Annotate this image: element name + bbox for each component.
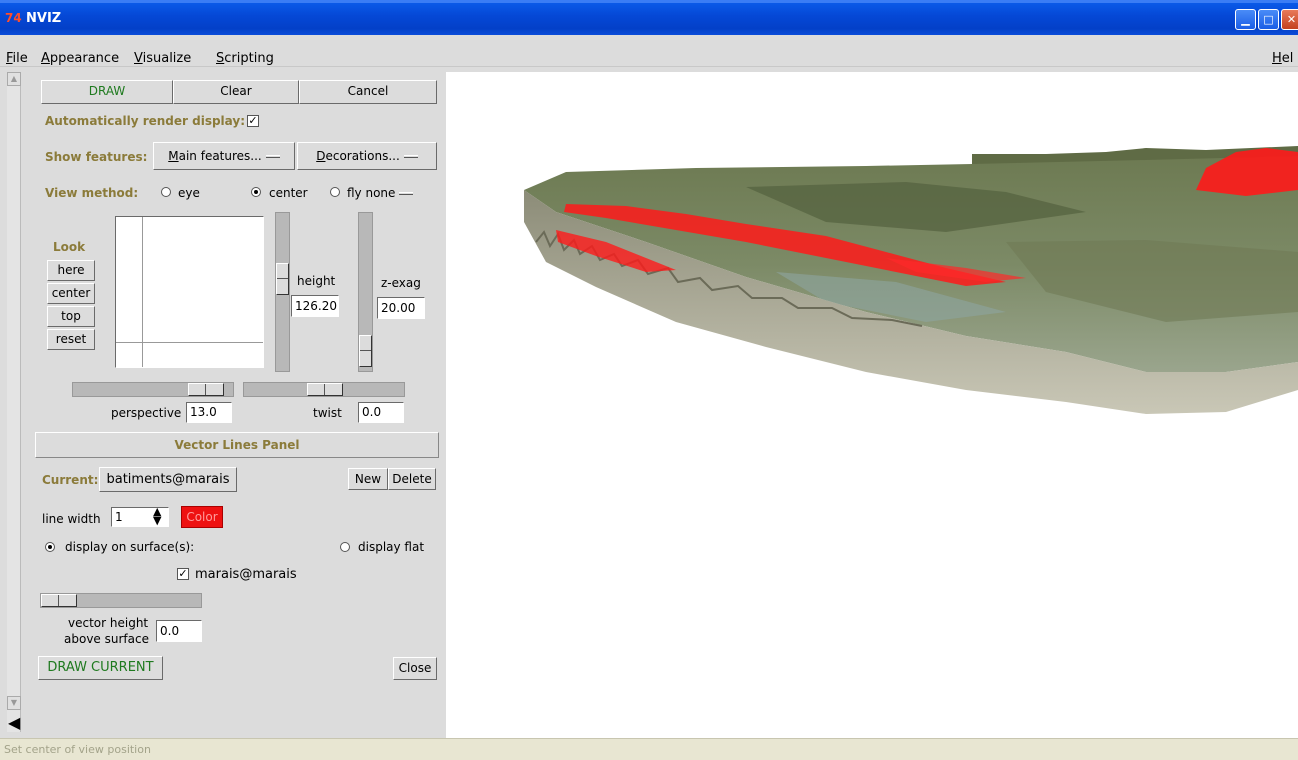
perspective-input[interactable]: 13.0 xyxy=(186,402,232,423)
render-canvas[interactable] xyxy=(446,72,1298,738)
look-title: Look xyxy=(53,240,86,254)
menu-file[interactable]: File xyxy=(6,51,28,66)
vector-panel-title: Vector Lines Panel xyxy=(174,438,300,452)
minimize-button[interactable]: ▁ xyxy=(1235,9,1256,30)
dropdown-indicator-icon xyxy=(403,155,418,158)
close-panel-button[interactable]: Close xyxy=(393,657,437,680)
view-center-label: center xyxy=(269,186,308,200)
maximize-button[interactable]: □ xyxy=(1258,9,1279,30)
look-reset-button[interactable]: reset xyxy=(47,329,95,350)
vector-height-label-2: above surface xyxy=(64,632,149,646)
view-fly-radio[interactable] xyxy=(330,187,340,197)
clear-button[interactable]: Clear xyxy=(173,80,299,104)
auto-render-checkbox[interactable]: ✓ xyxy=(247,115,259,127)
scroll-left-icon[interactable]: ◀ xyxy=(8,714,20,732)
menu-appearance[interactable]: Appearance xyxy=(41,51,119,66)
height-label: height xyxy=(297,274,336,288)
view-eye-radio[interactable] xyxy=(161,187,171,197)
close-icon: ✕ xyxy=(1286,13,1297,26)
cancel-button[interactable]: Cancel xyxy=(299,80,437,104)
menu-visualize[interactable]: Visualize xyxy=(134,51,191,66)
twist-slider[interactable] xyxy=(243,382,405,397)
delete-button[interactable]: Delete xyxy=(388,468,436,490)
view-eye-label: eye xyxy=(178,186,200,200)
decorations-menubutton[interactable]: Decorations... xyxy=(297,142,437,170)
view-fly-label[interactable]: fly none xyxy=(347,186,414,200)
view-position-canvas[interactable] xyxy=(115,216,264,368)
show-features-label: Show features: xyxy=(45,150,148,164)
twist-slider-thumb[interactable] xyxy=(307,383,343,396)
look-center-button[interactable]: center xyxy=(47,283,95,304)
vector-height-label-1: vector height xyxy=(68,616,149,630)
display-surface-radio[interactable] xyxy=(45,542,55,552)
menu-bar: File Appearance Visualize Scripting Hel xyxy=(0,35,1298,67)
view-center-radio[interactable] xyxy=(251,187,261,197)
perspective-label: perspective xyxy=(111,406,182,420)
twist-label: twist xyxy=(313,406,342,420)
status-bar: Set center of view position xyxy=(0,738,1298,760)
display-flat-label: display flat xyxy=(358,540,425,554)
height-slider[interactable] xyxy=(275,212,290,372)
panel-scrollbar[interactable]: ▲ ▼ ◀ xyxy=(7,72,21,732)
vector-panel-header: Vector Lines Panel xyxy=(35,432,439,458)
look-top-button[interactable]: top xyxy=(47,306,95,327)
draw-button[interactable]: DRAW xyxy=(41,80,173,104)
color-button[interactable]: Color xyxy=(181,506,223,528)
vector-height-slider[interactable] xyxy=(40,593,202,608)
status-text: Set center of view position xyxy=(4,743,151,756)
view-method-label: View method: xyxy=(45,186,139,200)
current-vector-menubutton[interactable]: batiments@marais xyxy=(99,467,237,492)
app-logo-icon: 74 xyxy=(5,11,22,25)
auto-render-label: Automatically render display: xyxy=(45,114,246,128)
dropdown-indicator-icon xyxy=(399,192,414,195)
scroll-up-icon[interactable]: ▲ xyxy=(7,72,21,86)
display-surface-label: display on surface(s): xyxy=(65,540,195,554)
zexag-label: z-exag xyxy=(381,276,421,290)
zexag-input[interactable]: 20.00 xyxy=(377,297,425,319)
line-width-spinner-icon[interactable]: ▲ ▼ xyxy=(153,506,161,526)
current-label: Current: xyxy=(42,473,99,487)
new-button[interactable]: New xyxy=(348,468,388,490)
control-panel: DRAW Clear Cancel Automatically render d… xyxy=(35,72,442,738)
zexag-slider-thumb[interactable] xyxy=(359,335,372,367)
crosshair-horizontal xyxy=(116,342,263,343)
maximize-icon: □ xyxy=(1263,13,1274,26)
look-here-button[interactable]: here xyxy=(47,260,95,281)
vector-height-slider-thumb[interactable] xyxy=(41,594,77,607)
vector-height-input[interactable]: 0.0 xyxy=(156,620,202,642)
line-width-label: line width xyxy=(42,512,101,526)
minimize-icon: ▁ xyxy=(1241,13,1250,26)
twist-input[interactable]: 0.0 xyxy=(358,402,404,423)
main-features-menubutton[interactable]: Main features... xyxy=(153,142,295,170)
menu-scripting[interactable]: Scripting xyxy=(216,51,274,66)
perspective-slider-thumb[interactable] xyxy=(188,383,224,396)
title-bar: 74 NVIZ ▁ □ ✕ xyxy=(0,0,1298,35)
window-title: NVIZ xyxy=(26,11,62,26)
surface-checkbox[interactable]: ✓ xyxy=(177,568,189,580)
height-slider-thumb[interactable] xyxy=(276,263,289,295)
crosshair-vertical xyxy=(142,217,143,367)
perspective-slider[interactable] xyxy=(72,382,234,397)
dropdown-indicator-icon xyxy=(265,155,280,158)
menu-help[interactable]: Hel xyxy=(1272,51,1293,66)
zexag-slider[interactable] xyxy=(358,212,373,372)
scroll-down-icon[interactable]: ▼ xyxy=(7,696,21,710)
draw-current-button[interactable]: DRAW CURRENT xyxy=(38,656,163,680)
surface-name-label: marais@marais xyxy=(195,567,297,582)
close-button[interactable]: ✕ xyxy=(1281,9,1298,30)
display-flat-radio[interactable] xyxy=(340,542,350,552)
terrain-render xyxy=(524,146,1298,414)
height-input[interactable]: 126.20 xyxy=(291,295,339,317)
